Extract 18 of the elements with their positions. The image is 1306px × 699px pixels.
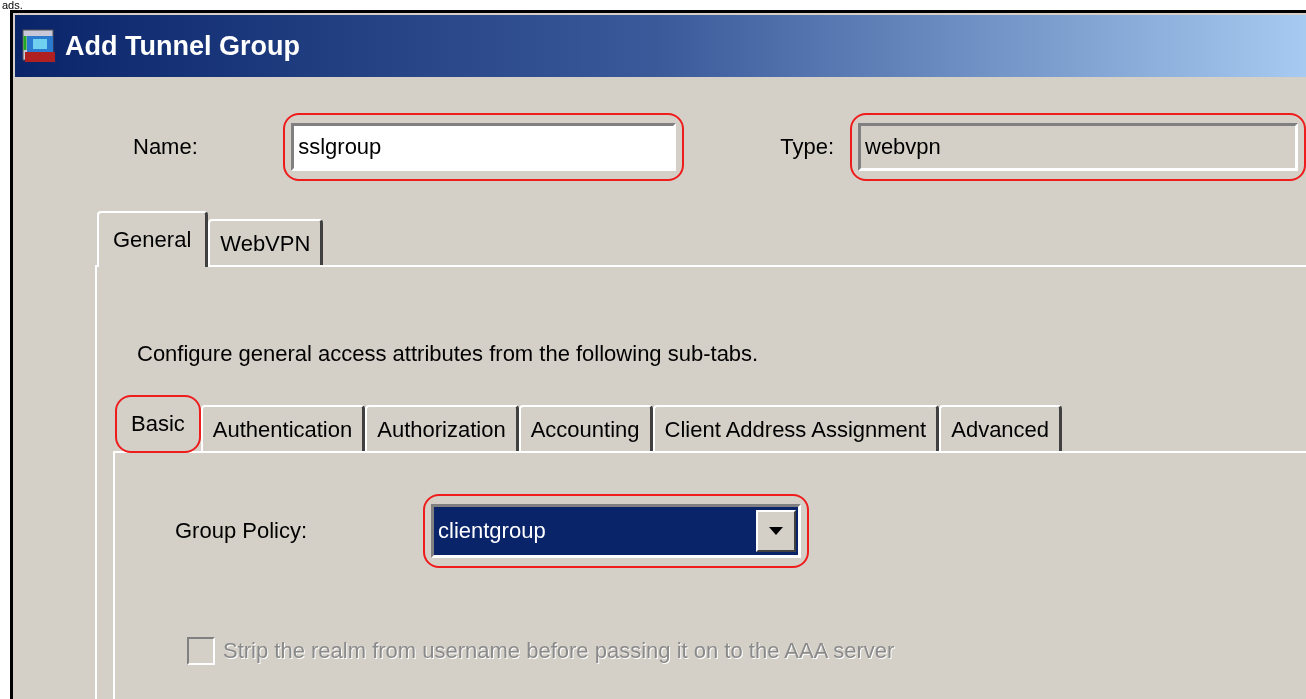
tab[interactable]: General: [97, 211, 209, 267]
description-text: Configure general access attributes from the following sub-tabs.: [136, 341, 760, 367]
caption-text: ads.: [1, 0, 23, 10]
tab[interactable]: Basic: [115, 395, 201, 453]
window-title: Add Tunnel Group: [65, 30, 300, 62]
dropdown[interactable]: clientgroup: [431, 504, 801, 558]
input-field[interactable]: sslgroup: [291, 123, 677, 171]
tab[interactable]: Authentication: [200, 405, 366, 451]
field-label: Name:: [132, 134, 199, 160]
tab[interactable]: Client Address Assignment: [652, 405, 940, 451]
tab[interactable]: Accounting: [518, 405, 653, 451]
tab[interactable]: WebVPN: [208, 219, 324, 265]
checkbox-label: Strip the realm from username before passing it on to the AAA server: [223, 638, 895, 664]
field-label: Group Policy:: [175, 518, 309, 544]
tab[interactable]: Advanced: [939, 405, 1063, 451]
tab[interactable]: Authorization: [365, 405, 519, 451]
caret-icon: [769, 527, 783, 535]
field-label: Type:: [780, 134, 834, 160]
